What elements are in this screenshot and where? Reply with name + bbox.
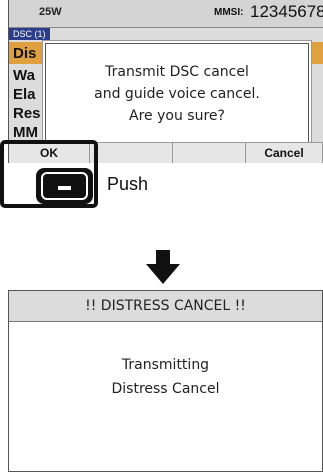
empty-softkey [90,143,173,163]
transmitting-message: Transmitting Distress Cancel [9,353,322,401]
mmsi-value: 12345678 [250,2,323,21]
confirm-dialog: Transmit DSC cancel and guide voice canc… [45,43,309,145]
key-outline [41,172,88,200]
mmsi-label: MMSI: [214,7,244,18]
background-row-text: MM [13,124,38,141]
cancel-softkey[interactable]: Cancel [246,143,323,163]
radio-screen-transmitting: !! DISTRESS CANCEL !! Transmitting Distr… [8,290,323,472]
empty-softkey [173,143,246,163]
dialog-line: Transmit DSC cancel [105,64,249,80]
minus-key-icon[interactable] [36,168,93,204]
arrow-down-icon [146,250,180,284]
message-line: Transmitting [121,357,210,373]
background-row-text: Dis [13,45,37,62]
dialog-line: and guide voice cancel. [94,86,260,102]
power-level: 25W [39,6,62,18]
message-line: Distress Cancel [111,381,220,397]
dialog-line: Are you sure? [129,108,225,124]
background-row-text: Ela [13,86,36,103]
minus-glyph [58,186,71,190]
status-bar: 25W MMSI: 12345678 [9,0,323,28]
background-row-text: Wa [13,67,35,84]
push-label: Push [107,174,149,194]
distress-cancel-header: !! DISTRESS CANCEL !! [9,291,322,322]
dsc-tab: DSC (1) [9,28,50,40]
background-row-text: Res [13,105,41,122]
radio-screen-confirm: 25W MMSI: 12345678 DSC (1) Dis Wa Ela Re… [8,0,323,163]
